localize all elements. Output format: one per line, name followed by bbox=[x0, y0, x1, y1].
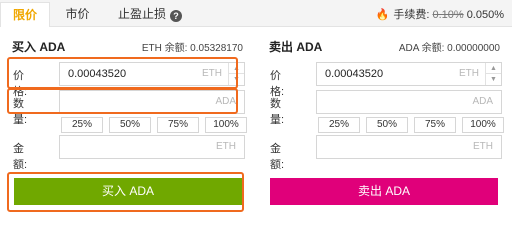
sell-panel: 卖出 ADA ADA 余额: 0.00000000 价格: 0.00043520… bbox=[266, 35, 504, 205]
sell-total-input[interactable]: ETH bbox=[316, 135, 502, 159]
highlight-price-box bbox=[7, 57, 238, 89]
sell-amount-input[interactable]: ADA bbox=[316, 90, 502, 114]
sell-percent-group: 25% 50% 75% 100% bbox=[316, 117, 504, 133]
tab-limit[interactable]: 限价 bbox=[0, 2, 50, 27]
tab-market[interactable]: 市价 bbox=[50, 2, 105, 27]
sell-price-value: 0.00043520 bbox=[325, 68, 384, 80]
buy-header: 买入 ADA ETH 余额: 0.05328170 bbox=[9, 35, 247, 55]
stepper-down-icon[interactable]: ▼ bbox=[486, 74, 501, 85]
tab-stop-limit-label: 止盈止损 bbox=[117, 7, 166, 21]
tab-stop-limit[interactable]: 止盈止损? bbox=[105, 2, 195, 27]
sell-header: 卖出 ADA ADA 余额: 0.00000000 bbox=[266, 35, 504, 55]
sell-percent-100[interactable]: 100% bbox=[462, 117, 504, 133]
buy-panel: 买入 ADA ETH 余额: 0.05328170 价格: 0.00043520… bbox=[9, 35, 247, 205]
sell-percent-50[interactable]: 50% bbox=[366, 117, 408, 133]
sell-amount-label: 数量: bbox=[270, 98, 285, 126]
buy-percent-50[interactable]: 50% bbox=[109, 117, 151, 133]
buy-percent-25[interactable]: 25% bbox=[61, 117, 103, 133]
sell-percent-25[interactable]: 25% bbox=[318, 117, 360, 133]
sell-balance: ADA 余额: 0.00000000 bbox=[398, 43, 500, 54]
buy-title: 买入 ADA bbox=[12, 40, 66, 54]
sell-percent-75[interactable]: 75% bbox=[414, 117, 456, 133]
buy-total-unit: ETH bbox=[216, 141, 236, 152]
sell-amount-unit: ADA bbox=[472, 96, 493, 107]
highlight-amount-box bbox=[7, 88, 238, 114]
buy-percent-group: 25% 50% 75% 100% bbox=[59, 117, 247, 133]
fee-label: 手续费: bbox=[393, 9, 430, 21]
flame-icon: 🔥 bbox=[375, 9, 390, 21]
buy-total-input[interactable]: ETH bbox=[59, 135, 245, 159]
help-icon[interactable]: ? bbox=[170, 10, 182, 22]
stepper-up-icon[interactable]: ▲ bbox=[486, 63, 501, 74]
sell-total-label: 金额: bbox=[270, 143, 285, 171]
sell-price-unit: ETH bbox=[459, 68, 479, 79]
sell-title: 卖出 ADA bbox=[269, 40, 323, 54]
buy-percent-75[interactable]: 75% bbox=[157, 117, 199, 133]
buy-percent-100[interactable]: 100% bbox=[205, 117, 247, 133]
fee-old-rate: 0.10% bbox=[432, 9, 464, 21]
order-type-tabs: 限价 市价 止盈止损? 🔥 手续费: 0.10% 0.050% bbox=[0, 0, 512, 27]
sell-price-input[interactable]: 0.00043520 ETH ▲ ▼ bbox=[316, 62, 502, 86]
fee-info: 🔥 手续费: 0.10% 0.050% bbox=[376, 6, 504, 22]
sell-total-unit: ETH bbox=[473, 141, 493, 152]
sell-price-stepper[interactable]: ▲ ▼ bbox=[485, 63, 501, 85]
fee-current-rate: 0.050% bbox=[466, 9, 504, 21]
sell-button[interactable]: 卖出 ADA bbox=[270, 178, 498, 205]
highlight-buy-button-box bbox=[7, 172, 244, 212]
buy-balance: ETH 余额: 0.05328170 bbox=[141, 43, 243, 54]
buy-total-label: 金额: bbox=[13, 143, 28, 171]
